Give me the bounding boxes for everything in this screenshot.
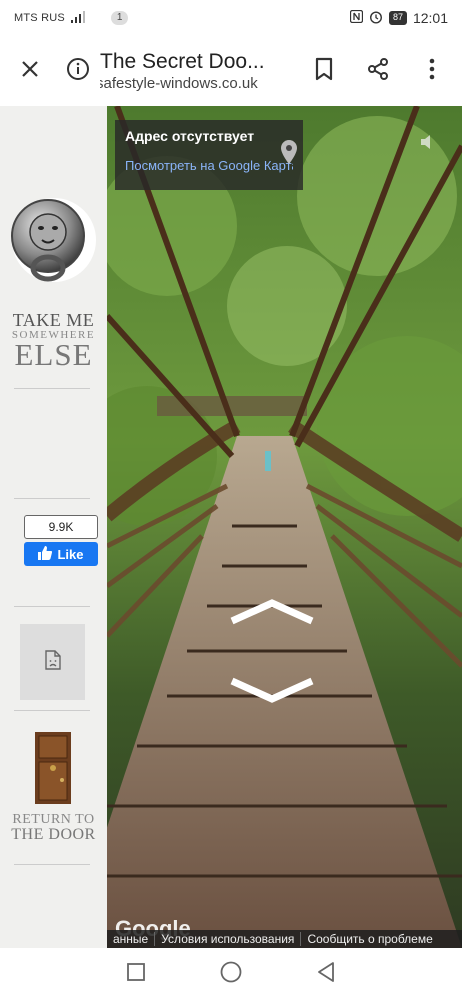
bookmark-button[interactable] [304, 51, 344, 91]
share-button[interactable] [358, 51, 398, 91]
like-button[interactable]: Like [24, 542, 98, 566]
sidebar-divider [14, 498, 90, 499]
page-title: The Secret Doo... [100, 49, 265, 73]
site-info-button[interactable] [58, 51, 98, 91]
bookmark-icon [314, 57, 334, 86]
info-icon [66, 57, 90, 86]
facebook-like-widget: 9.9K Like [24, 515, 98, 567]
close-button[interactable] [10, 51, 50, 91]
system-navigation-bar [0, 948, 462, 1000]
report-problem-link[interactable]: Сообщить о проблеме [301, 932, 438, 946]
bridge-panorama-image [107, 106, 462, 948]
home-button[interactable] [220, 961, 242, 988]
take-me-line3: ELSE [14, 337, 93, 372]
back-button[interactable] [317, 961, 335, 987]
page-content: TAKE ME SOMEWHERE ELSE 9.9K Like RETURN … [0, 106, 462, 948]
sidebar: TAKE ME SOMEWHERE ELSE 9.9K Like RETURN … [0, 106, 107, 948]
signal-icon [70, 10, 87, 26]
sound-icon[interactable] [419, 132, 439, 157]
share-icon [366, 57, 390, 86]
carrier-label: MTS RUS [14, 12, 65, 24]
menu-button[interactable] [412, 51, 452, 91]
return-door-button[interactable] [35, 732, 71, 804]
nfc-icon [349, 9, 364, 26]
return-to-the-door-link[interactable]: RETURN TO THE DOOR [0, 812, 107, 844]
map-data-link[interactable]: анные [107, 932, 156, 946]
like-label: Like [57, 546, 84, 562]
broken-image-icon [44, 649, 61, 675]
square-icon [127, 962, 146, 981]
title-block[interactable]: The Secret Doo... safestyle-windows.co.u… [100, 50, 304, 93]
view-on-google-maps-link[interactable]: Посмотреть на Google Картах [125, 158, 293, 173]
recents-button[interactable] [127, 962, 146, 986]
close-icon [20, 59, 40, 84]
like-count: 9.9K [24, 515, 98, 539]
lion-knocker-button[interactable] [8, 192, 100, 296]
battery-indicator: 87 [388, 11, 407, 25]
clock: 12:01 [412, 10, 448, 26]
take-me-somewhere-else-link[interactable]: TAKE ME SOMEWHERE ELSE [0, 310, 107, 373]
terms-link[interactable]: Условия использования [155, 932, 302, 946]
lion-knocker-icon [11, 198, 96, 282]
page-url: safestyle-windows.co.uk [100, 74, 258, 92]
thumbs-up-icon [38, 545, 53, 563]
panorama-footer: анные Условия использования Сообщить о п… [107, 930, 462, 948]
sidebar-divider [14, 864, 90, 865]
notification-count-badge: 1 [110, 11, 129, 25]
back-triangle-icon [317, 961, 334, 982]
sidebar-divider [14, 710, 90, 711]
more-vert-icon [429, 58, 435, 85]
map-pin-icon[interactable] [281, 140, 297, 169]
street-view-panorama[interactable]: Адрес отсутствует Посмотреть на Google К… [107, 106, 462, 948]
door-icon [35, 732, 71, 804]
broken-image [20, 624, 85, 700]
alarm-icon [369, 10, 383, 27]
address-title: Адрес отсутствует [125, 128, 255, 144]
address-card: Адрес отсутствует Посмотреть на Google К… [115, 120, 303, 190]
return-line2: THE DOOR [11, 826, 96, 843]
status-bar: MTS RUS 1 87 12:01 [0, 0, 462, 36]
circle-icon [220, 961, 242, 982]
browser-toolbar: The Secret Doo... safestyle-windows.co.u… [0, 36, 462, 106]
sidebar-divider [14, 388, 90, 389]
take-me-line1: TAKE ME [12, 310, 95, 330]
sidebar-divider [14, 606, 90, 607]
